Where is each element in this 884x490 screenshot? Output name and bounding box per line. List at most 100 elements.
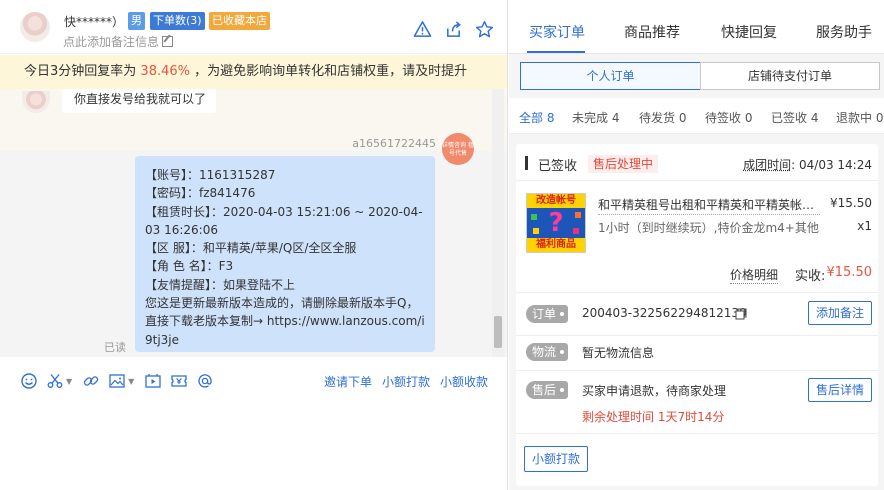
right-tabs: 买家订单 商品推荐 快捷回复 服务助手: [509, 0, 884, 54]
favorited-tag: 已收藏本店: [209, 12, 270, 30]
divider: [516, 292, 878, 293]
outgoing-message: 【账号】：1161315287 【密码】：fz841476 【租赁时长】：202…: [135, 156, 435, 352]
header-actions: [413, 20, 494, 40]
product-title[interactable]: 和平精英租号出租和平精英和平精英帐号出租: [598, 196, 820, 215]
gender-tag: 男: [128, 12, 145, 30]
order-panel: 买家订单 商品推荐 快捷回复 服务助手 个人订单 店铺待支付订单 全部 8 未完…: [509, 0, 884, 490]
message-input[interactable]: [0, 400, 507, 490]
add-note-button[interactable]: 添加备注: [807, 301, 872, 325]
question-mark-icon: ?: [548, 208, 564, 238]
tab-buyer-orders[interactable]: 买家订单: [529, 22, 585, 42]
emoji-icon[interactable]: [20, 372, 38, 390]
after-sale-label: 售后: [526, 381, 569, 399]
reply-rate-notice: 今日3分钟回复率为 38.46% ，为避免影响询单转化和店铺权重，请及时提升: [0, 55, 507, 89]
paid-label: 实收:: [795, 269, 826, 284]
seller-avatar: 详情咨询 租号代售: [442, 133, 474, 165]
filter-unfinished[interactable]: 未完成 4: [572, 109, 619, 126]
product-image-bottom-text: 福利商品: [527, 238, 585, 252]
small-payment-button[interactable]: 小额打款: [524, 446, 589, 472]
decor-square: [531, 214, 537, 220]
dot-icon: [560, 312, 565, 316]
product-sku: 1小时（到时继续玩）,特价金龙m4+其他: [598, 221, 819, 235]
dot-icon: [560, 350, 565, 354]
reply-rate: 38.46%: [140, 64, 190, 79]
message-line: 【租赁时长】：2020-04-03 15:21:06 ~ 2020-04-03 …: [145, 204, 423, 237]
decor-square: [575, 212, 581, 218]
toolbar-icons: ▼ ▼: [20, 372, 214, 390]
divider: [516, 370, 878, 371]
message-line: 【密码】：fz841476: [145, 186, 256, 201]
filter-received[interactable]: 已签收 4: [771, 109, 818, 126]
after-sale-label-text: 售后: [532, 383, 557, 397]
compose-toolbar: ▼ ▼ 邀请下单 小额打款 小额收款: [0, 360, 507, 400]
read-status: 已读: [104, 341, 126, 354]
deal-time-label: 成团时间: [743, 158, 792, 172]
after-sale-detail-button[interactable]: 售后详情: [807, 378, 872, 402]
message-list[interactable]: 你直接发号给我就可以了 a16561722445 详情咨询 租号代售 【账号】：…: [0, 89, 507, 357]
after-sale-badge: 售后处理中: [588, 155, 659, 173]
status-marker: [525, 156, 528, 170]
filter-to-receive[interactable]: 待签收 0: [705, 109, 752, 126]
order-status: 已签收: [538, 159, 578, 174]
logistics-info: 暂无物流信息: [582, 346, 655, 360]
filter-to-ship[interactable]: 待发货 0: [639, 109, 686, 126]
after-sale-info: 买家申请退款，待商家处理: [582, 384, 727, 398]
remaining-time: 剩余处理时间 1天7时14分: [582, 410, 725, 424]
active-tab-indicator: [527, 51, 585, 53]
decor-square: [573, 228, 579, 234]
star-icon[interactable]: [475, 20, 494, 39]
incoming-message: 你直接发号给我就可以了: [62, 89, 217, 113]
order-label: 订单: [526, 305, 569, 323]
buyer-avatar[interactable]: [20, 12, 50, 42]
scissors-icon[interactable]: [46, 372, 64, 390]
filter-refunding[interactable]: 退款中 0: [836, 109, 883, 126]
tab-quick-reply[interactable]: 快捷回复: [721, 22, 777, 42]
copy-icon[interactable]: [735, 308, 747, 320]
message-line: 【友情提醒】：如果登陆不上: [145, 277, 296, 292]
order-subtabs: 个人订单 店铺待支付订单: [520, 62, 880, 90]
subtab-store-pending[interactable]: 店铺待支付订单: [700, 62, 880, 90]
video-icon[interactable]: [144, 372, 162, 390]
share-icon[interactable]: [444, 20, 463, 39]
chat-scrollbar[interactable]: [492, 89, 504, 357]
order-filter: 全部 8 未完成 4 待发货 0 待签收 0 已签收 4 退款中 0: [509, 98, 884, 134]
at-icon[interactable]: [196, 372, 214, 390]
link-icon[interactable]: [82, 372, 100, 390]
order-card: 已签收 售后处理中 成团时间: 04/03 14:24 改造帐号 ? 福利商品 …: [516, 144, 878, 486]
logistics-label-text: 物流: [532, 345, 557, 359]
logistics-label: 物流: [526, 343, 569, 361]
sender-id: a16561722445: [352, 137, 436, 150]
chevron-down-icon[interactable]: ▼: [66, 377, 72, 386]
message-line: 您这是更新最新版本造成的，请删除最新版本手Q，直接下载老版本复制→ https:…: [145, 296, 425, 347]
add-note-link[interactable]: 点此添加备注信息: [63, 33, 174, 50]
tab-product-recommend[interactable]: 商品推荐: [624, 22, 680, 42]
subtab-personal-orders[interactable]: 个人订单: [520, 62, 701, 90]
orders-count-tag: 下单数(3): [150, 12, 205, 30]
coupon-icon[interactable]: [170, 372, 188, 390]
price-detail-link[interactable]: 价格明细: [730, 266, 779, 284]
buyer-name: 快******）: [64, 15, 125, 29]
warning-icon[interactable]: [413, 20, 432, 39]
scrollbar-thumb[interactable]: [494, 316, 502, 348]
chat-panel: 快******） 男 下单数(3) 已收藏本店 点此添加备注信息 今日3分钟回复…: [0, 0, 508, 490]
image-icon[interactable]: [108, 372, 126, 390]
order-number: 200403-322562294812130: [582, 306, 747, 320]
edit-icon: [162, 36, 174, 47]
product-image-top-text: 改造帐号: [527, 194, 585, 208]
small-payment-link[interactable]: 小额打款: [382, 373, 430, 390]
tab-service-assistant[interactable]: 服务助手: [816, 22, 872, 42]
notice-suffix: ，为避免影响询单转化和店铺权重，请及时提升: [194, 64, 468, 79]
dot-icon: [560, 388, 565, 392]
product-quantity: x1: [857, 219, 872, 233]
chevron-down-icon[interactable]: ▼: [128, 377, 134, 386]
filter-all[interactable]: 全部 8: [519, 109, 554, 126]
product-price: ¥15.50: [830, 196, 872, 210]
divider: [516, 180, 878, 181]
divider: [516, 433, 878, 434]
product-image[interactable]: 改造帐号 ? 福利商品: [526, 193, 586, 253]
divider: [516, 335, 878, 336]
invite-order-link[interactable]: 邀请下单: [324, 373, 372, 390]
small-receipt-link[interactable]: 小额收款: [440, 373, 488, 390]
toolbar-links: 邀请下单 小额打款 小额收款: [324, 373, 488, 390]
chat-header: 快******） 男 下单数(3) 已收藏本店 点此添加备注信息: [0, 0, 507, 54]
